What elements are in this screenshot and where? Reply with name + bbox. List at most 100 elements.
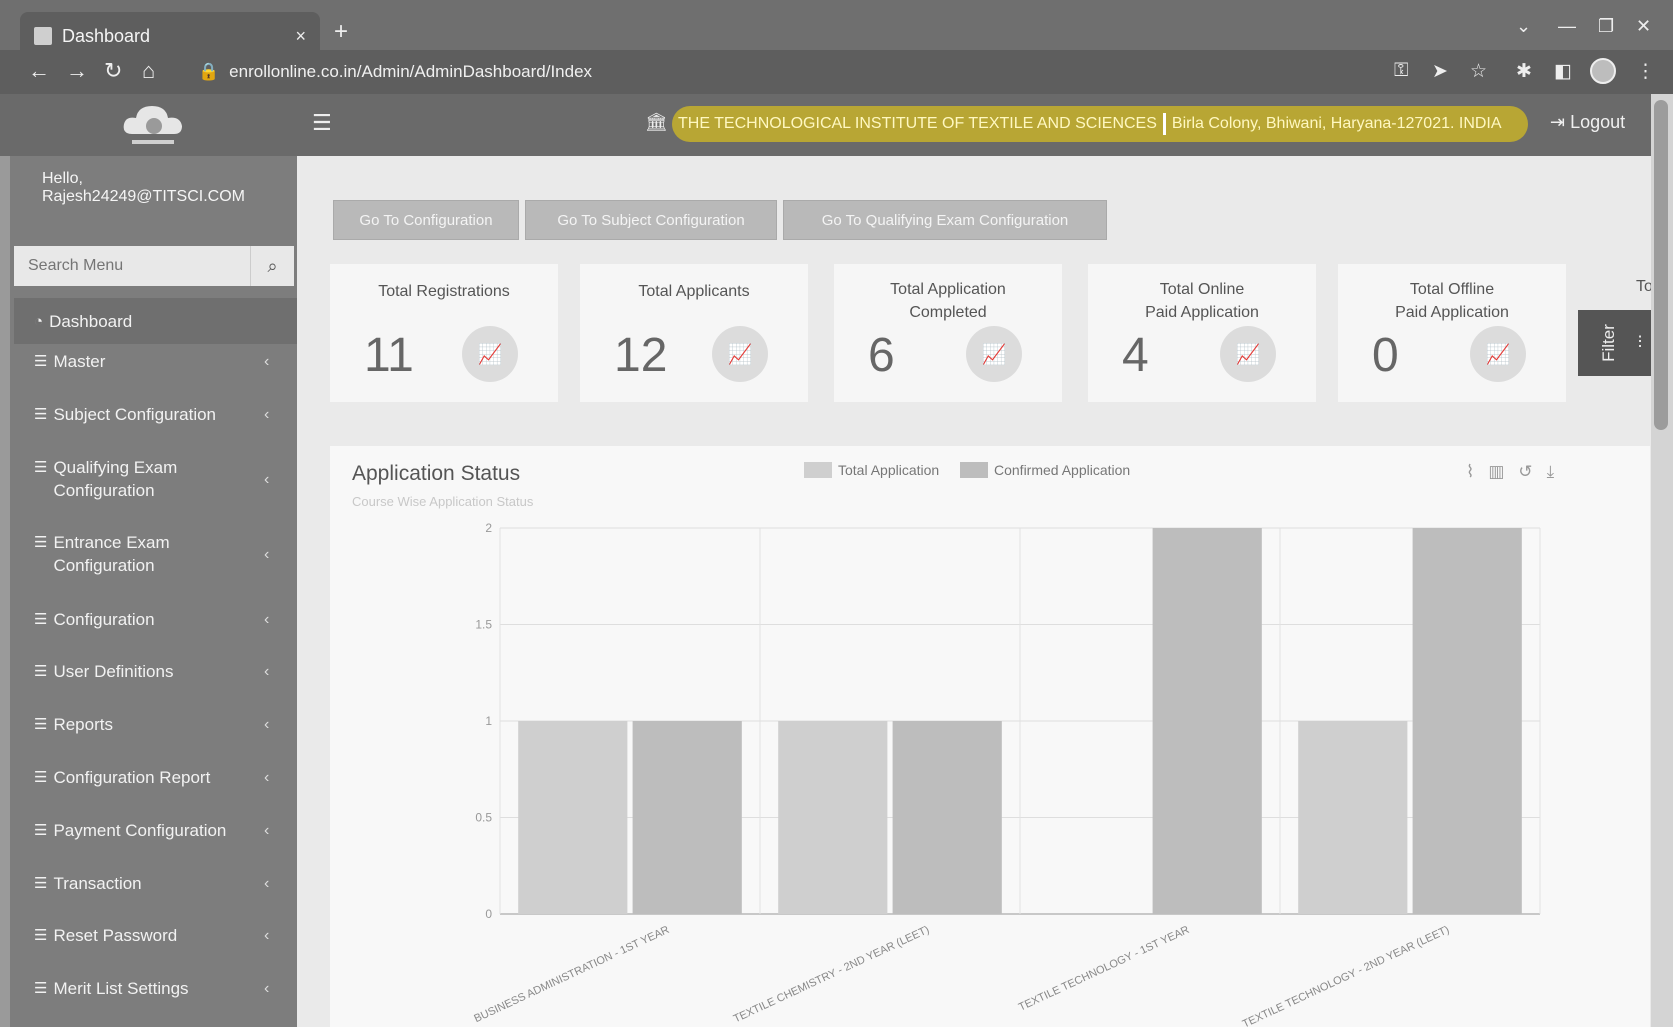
bar-confirmed [632,721,742,914]
reload-icon[interactable]: ↻ [104,58,122,84]
restore-icon[interactable]: ❐ [1598,16,1614,37]
sidebar-item-merit-list-settings[interactable]: ☰ Merit List Settings ‹ [14,977,297,1000]
back-icon[interactable]: ← [28,58,50,84]
sidebar-item-configuration[interactable]: ☰ Configuration ‹ [14,608,297,631]
extensions-icon[interactable]: ✱ [1516,60,1532,83]
legend-confirmed-application[interactable]: Confirmed Application [960,462,1130,478]
close-window-icon[interactable]: ✕ [1636,16,1651,37]
list-icon: ☰ [34,822,48,839]
line-chart-icon[interactable]: 📈 [712,326,768,382]
page-favicon-icon [34,27,52,45]
stat-card-total-registrations[interactable]: Total Registrations 11 📈 [330,264,558,402]
card-title: Total Application Completed [834,278,1062,324]
bar-chart-switch-icon[interactable]: ▥ [1488,462,1504,482]
line-chart-switch-icon[interactable]: ⌇ [1466,462,1474,482]
stat-card-total-offline-paid[interactable]: Total Offline Paid Application 0 📈 [1338,264,1566,402]
line-chart-icon[interactable]: 📈 [1470,326,1526,382]
institute-address: Birla Colony, Bhiwani, Haryana-127021. I… [1171,115,1502,132]
enroll-cloud-logo[interactable] [118,100,188,150]
profile-avatar[interactable] [1590,58,1616,84]
y-tick-label: 1.5 [475,618,492,632]
sidebar-item-configuration-report[interactable]: ☰ Configuration Report ‹ [14,766,297,789]
chart-title: Application Status [352,462,521,485]
sidebar-item-user-definitions[interactable]: ☰ User Definitions ‹ [14,660,297,683]
card-title: Total Offline Paid Application [1338,278,1566,324]
sidebar-item-transaction[interactable]: ☰ Transaction ‹ [14,872,297,895]
y-tick-label: 0.5 [475,811,492,825]
sidebar-item-label: Transaction [53,874,142,893]
list-icon: ☰ [34,716,48,733]
y-tick-label: 0 [485,907,492,921]
card-title-line2: Paid Application [1145,304,1259,321]
new-tab-button[interactable]: + [334,18,348,46]
stat-card-total-online-paid[interactable]: Total Online Paid Application 4 📈 [1088,264,1316,402]
stat-card-total-applicants[interactable]: Total Applicants 12 📈 [580,264,808,402]
card-title-line2: Completed [909,304,987,321]
x-category-label: BUSINESS ADMINISTRATION - 1ST YEAR [472,924,671,1025]
restore-chart-icon[interactable]: ↺ [1518,462,1532,482]
key-icon[interactable]: ⚿ [1394,60,1408,82]
greeting-text: Hello, [42,170,83,187]
sidebar-item-label-group: Entrance Exam Configuration [53,531,169,577]
sidebar-item-label: User Definitions [53,662,174,681]
card-value: 11 [364,329,414,382]
filter-button[interactable]: Filter ⫶ [1578,310,1654,376]
chevron-left-icon: ‹ [264,875,270,892]
go-to-qualifying-exam-configuration-button[interactable]: Go To Qualifying Exam Configuration [783,200,1107,240]
card-title: Total Applicants [580,280,808,303]
home-icon[interactable]: ⌂ [142,58,155,84]
bookmark-star-icon[interactable]: ☆ [1470,60,1487,83]
list-icon: ☰ [34,406,48,423]
chevron-left-icon: ‹ [264,471,270,488]
sidebar-item-payment-configuration[interactable]: ☰ Payment Configuration ‹ [14,819,297,842]
bar-total [1298,721,1408,914]
sidebar-item-qualifying-exam-configuration[interactable]: ☰ Qualifying Exam Configuration ‹ [14,456,297,502]
card-title: Total Registrations [330,280,558,303]
tab-search-chevron-icon[interactable]: ⌄ [1516,16,1531,37]
sidebar-item-reset-password[interactable]: ☰ Reset Password ‹ [14,924,297,947]
sidebar-item-entrance-exam-configuration[interactable]: ☰ Entrance Exam Configuration ‹ [14,531,297,577]
url-field[interactable]: 🔒 enrollonline.co.in/Admin/AdminDashboard… [198,62,592,82]
filter-label: Filter [1598,324,1618,362]
sliders-icon: ⫶ [1637,333,1643,352]
line-chart-icon[interactable]: 📈 [966,326,1022,382]
list-icon: ☰ [34,663,48,680]
list-icon: ☰ [34,611,48,628]
send-icon[interactable]: ➤ [1432,60,1448,83]
go-to-subject-configuration-button[interactable]: Go To Subject Configuration [525,200,777,240]
line-chart-icon[interactable]: 📈 [462,326,518,382]
sidebar-item-label-line2: Configuration [53,481,155,500]
tab-close-icon[interactable]: × [295,26,306,47]
go-to-configuration-button[interactable]: Go To Configuration [333,200,519,240]
list-icon: ☰ [34,534,48,551]
legend-total-application[interactable]: Total Application [804,462,939,478]
chevron-left-icon: ‹ [264,769,270,786]
stat-card-total-application-completed[interactable]: Total Application Completed 6 📈 [834,264,1062,402]
sidebar-item-label: Qualifying Exam [53,458,178,477]
sidebar-item-subject-configuration[interactable]: ☰ Subject Configuration ‹ [14,403,297,426]
search-icon[interactable]: ⌕ [250,246,294,286]
legend-swatch [960,462,988,478]
forward-icon[interactable]: → [66,58,88,84]
browser-menu-icon[interactable]: ⋮ [1636,60,1655,83]
user-email: Rajesh24249@TITSCI.COM [42,188,245,205]
sidebar-item-dashboard[interactable]: ◔ Dashboard [14,298,297,344]
minimize-icon[interactable]: — [1558,16,1576,37]
sidebar-item-label: Entrance Exam [53,533,170,552]
card-value: 4 [1122,329,1149,382]
side-panel-icon[interactable]: ◧ [1554,60,1572,83]
logout-button[interactable]: ⇥ Logout [1550,112,1625,133]
download-chart-icon[interactable]: ⤓ [1547,462,1555,482]
bar-total [778,721,888,914]
line-chart-icon[interactable]: 📈 [1220,326,1276,382]
sidebar-item-reports[interactable]: ☰ Reports ‹ [14,713,297,736]
hamburger-menu-icon[interactable]: ☰ [312,110,332,136]
bar-confirmed [1152,528,1262,914]
url-text: enrollonline.co.in/Admin/AdminDashboard/… [229,62,593,81]
search-menu-input[interactable] [14,257,244,275]
user-greeting: Hello, Rajesh24249@TITSCI.COM [42,170,245,206]
y-tick-label: 2 [485,521,492,535]
page-scrollbar-thumb[interactable] [1654,100,1668,430]
card-title-line1: Total Applicants [638,283,750,300]
sidebar-item-master[interactable]: ☰ Master ‹ [14,350,297,373]
